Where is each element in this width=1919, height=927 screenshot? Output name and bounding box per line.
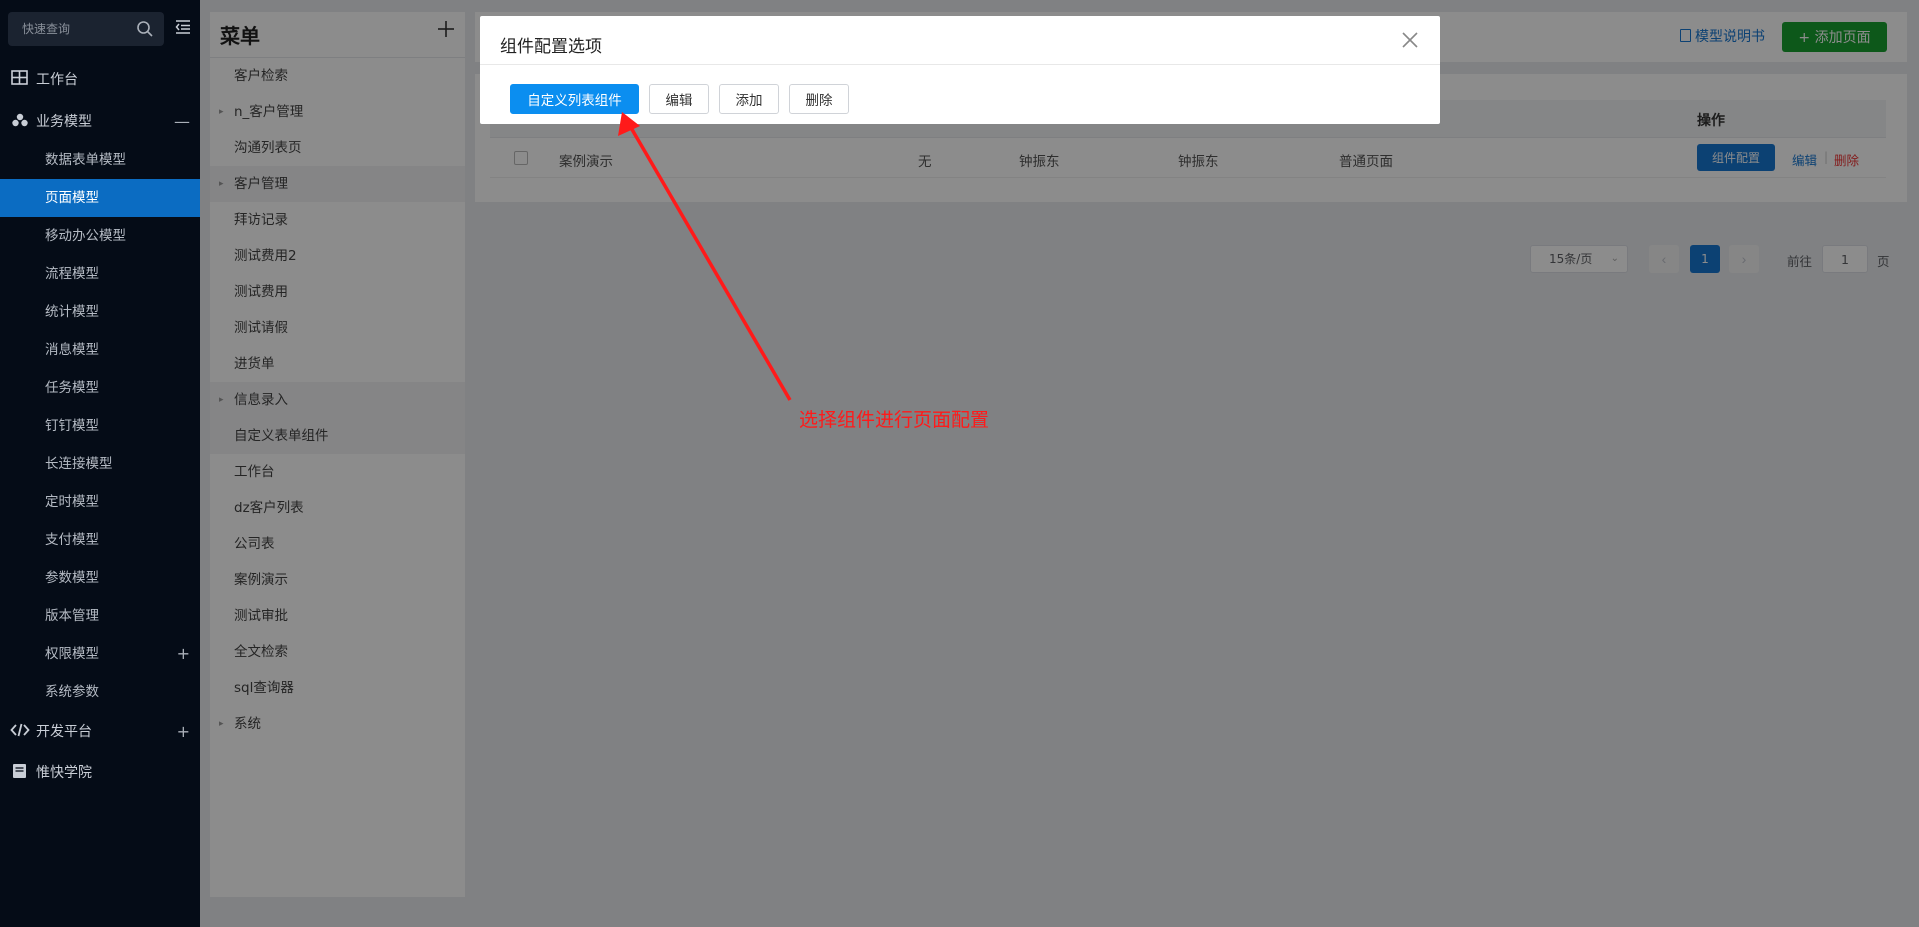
sidebar-item-statistics-model[interactable]: 统计模型 (0, 293, 200, 331)
sidebar-item-label: 开发平台 (36, 724, 92, 740)
sidebar-item-permission-model[interactable]: 权限模型 + (0, 635, 200, 673)
expand-plus-icon[interactable]: + (177, 635, 190, 673)
sidebar-item-dev-platform[interactable]: 开发平台 + (0, 713, 200, 751)
cubes-icon (12, 113, 28, 127)
sidebar-item-parameter-model[interactable]: 参数模型 (0, 559, 200, 597)
sidebar-item-system-params[interactable]: 系统参数 (0, 673, 200, 711)
sidebar-item-label: 业务模型 (36, 114, 92, 130)
sidebar-item-label: 工作台 (36, 72, 78, 88)
dialog-title: 组件配置选项 (500, 37, 602, 57)
sidebar-item-version-management[interactable]: 版本管理 (0, 597, 200, 635)
sidebar-item-process-model[interactable]: 流程模型 (0, 255, 200, 293)
search-input[interactable] (8, 12, 132, 46)
collapse-menu-icon[interactable] (174, 18, 192, 36)
sidebar-item-page-model[interactable]: 页面模型 (0, 179, 200, 217)
sidebar-item-data-form-model[interactable]: 数据表单模型 (0, 141, 200, 179)
annotation-text: 选择组件进行页面配置 (799, 409, 990, 431)
sidebar-item-dingtalk-model[interactable]: 钉钉模型 (0, 407, 200, 445)
quick-search (8, 12, 164, 46)
sidebar-item-mobile-office-model[interactable]: 移动办公模型 (0, 217, 200, 255)
modal-overlay[interactable] (200, 0, 1919, 927)
sidebar-item-task-model[interactable]: 任务模型 (0, 369, 200, 407)
dialog-divider (480, 64, 1440, 65)
grid-icon (11, 70, 28, 85)
sidebar-item-payment-model[interactable]: 支付模型 (0, 521, 200, 559)
book-icon (13, 764, 26, 778)
component-config-dialog: 组件配置选项 自定义列表组件 编辑 添加 删除 (480, 16, 1440, 124)
expand-plus-icon[interactable]: + (177, 713, 190, 751)
close-icon[interactable] (1400, 30, 1420, 50)
sidebar: 工作台 业务模型 — 数据表单模型 页面模型 移动办公模型 流程模型 统计模型 … (0, 0, 200, 927)
sidebar-item-message-model[interactable]: 消息模型 (0, 331, 200, 369)
code-icon (10, 723, 30, 737)
sidebar-item-label: 惟快学院 (36, 765, 92, 781)
dialog-delete-button[interactable]: 删除 (789, 84, 849, 114)
sidebar-item-label: 权限模型 (45, 646, 99, 662)
collapse-mark-icon[interactable]: — (174, 103, 190, 141)
search-icon[interactable] (136, 20, 154, 38)
dialog-add-button[interactable]: 添加 (719, 84, 779, 114)
sidebar-item-business-model[interactable]: 业务模型 — (0, 103, 200, 141)
sidebar-item-academy[interactable]: 惟快学院 (0, 754, 200, 792)
sidebar-item-timer-model[interactable]: 定时模型 (0, 483, 200, 521)
custom-list-component-button[interactable]: 自定义列表组件 (510, 84, 639, 114)
dialog-edit-button[interactable]: 编辑 (649, 84, 709, 114)
sidebar-item-long-connection-model[interactable]: 长连接模型 (0, 445, 200, 483)
sidebar-item-workbench[interactable]: 工作台 (0, 61, 200, 99)
